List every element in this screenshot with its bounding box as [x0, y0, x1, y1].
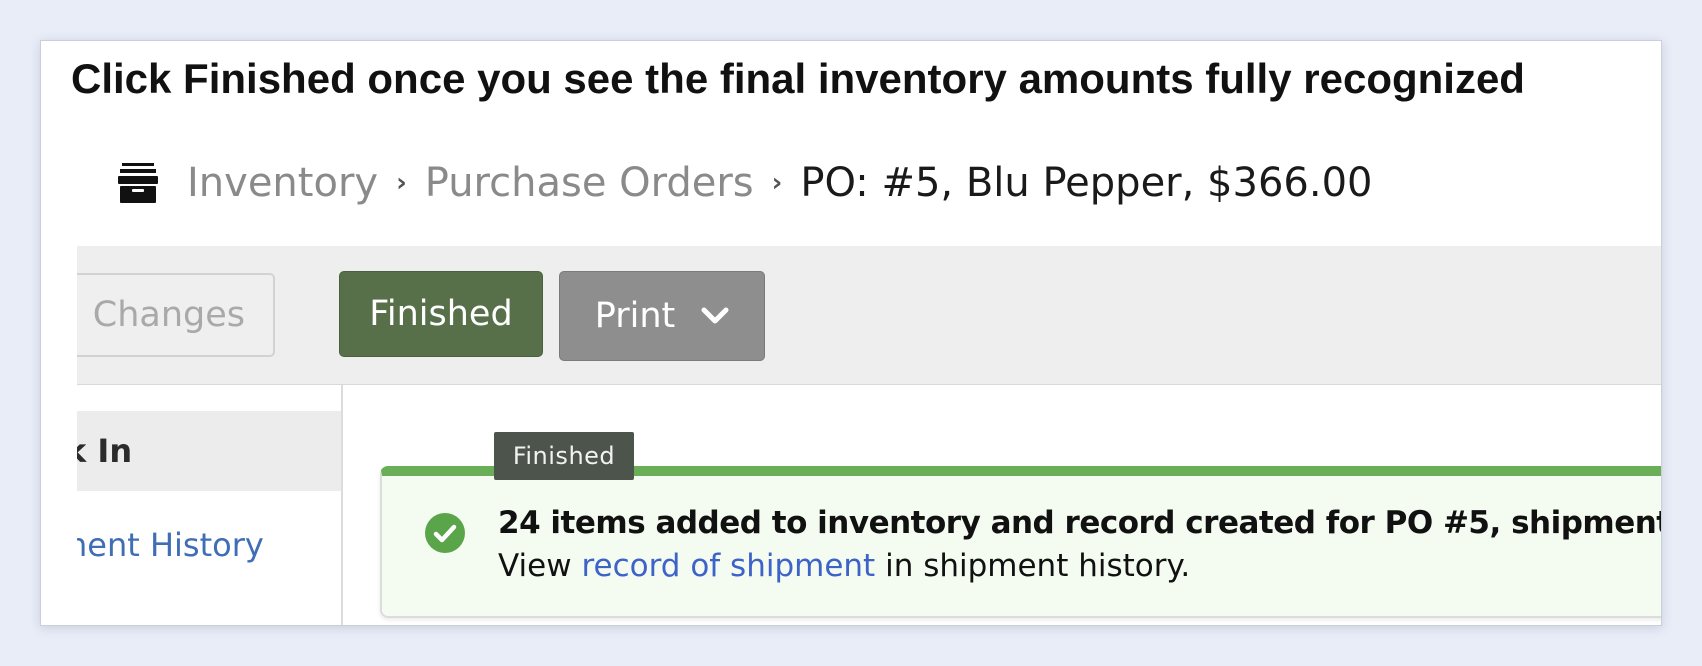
print-button[interactable]: Print [559, 271, 765, 361]
instruction-text: Click Finished once you see the final in… [71, 55, 1525, 102]
breadcrumb-separator: › [396, 168, 407, 198]
sidebar-item-check-in[interactable]: k In [77, 411, 341, 491]
breadcrumb-purchase-orders[interactable]: Purchase Orders [425, 160, 754, 206]
breadcrumb-current: PO: #5, Blu Pepper, $366.00 [800, 160, 1373, 206]
alert-message: 24 items added to inventory and record c… [498, 505, 1662, 541]
app-view: Changes Finished Print k In nent History… [77, 246, 1662, 625]
changes-button-label: Changes [92, 295, 245, 335]
finished-button[interactable]: Finished [339, 271, 543, 357]
alert-detail: View record of shipment in shipment hist… [498, 545, 1661, 588]
instruction-card: Click Finished once you see the final in… [40, 40, 1662, 626]
record-of-shipment-link[interactable]: record of shipment [581, 548, 875, 584]
breadcrumb-inventory[interactable]: Inventory [187, 160, 378, 206]
alert-view-prefix: View [498, 548, 572, 584]
finished-tooltip: Finished [494, 432, 634, 480]
alert-text: 24 items added to inventory and record c… [498, 502, 1662, 588]
chevron-down-icon [701, 307, 729, 324]
breadcrumb: Inventory › Purchase Orders › PO: #5, Bl… [117, 153, 1372, 213]
toolbar: Changes Finished Print [77, 246, 1661, 385]
archive-box-icon [117, 162, 159, 204]
finished-button-label: Finished [369, 294, 513, 334]
print-button-label: Print [594, 296, 676, 336]
changes-button[interactable]: Changes [77, 273, 275, 357]
sidebar-item-label: nent History [77, 526, 264, 564]
sidebar-item-label: k In [77, 432, 133, 470]
check-circle-icon [425, 513, 465, 553]
sidebar-item-shipment-history[interactable]: nent History [77, 515, 341, 575]
success-alert: 24 items added to inventory and record c… [380, 466, 1662, 618]
breadcrumb-separator: › [771, 168, 783, 198]
sidebar: k In nent History [77, 385, 343, 625]
alert-view-suffix: in shipment history. [885, 548, 1191, 584]
